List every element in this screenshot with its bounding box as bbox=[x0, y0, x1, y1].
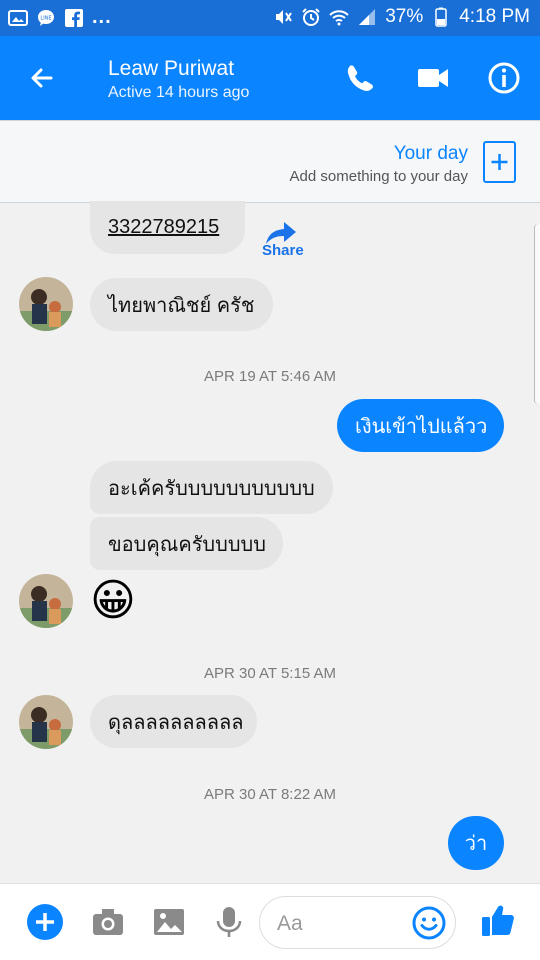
message-bubble[interactable]: ไทยพาณิชย์ ครัช bbox=[90, 278, 273, 331]
svg-text:LINE: LINE bbox=[40, 15, 51, 21]
phone-icon[interactable] bbox=[342, 60, 378, 96]
timestamp: APR 30 AT 5:15 AM bbox=[203, 665, 337, 682]
message-input[interactable]: Aa bbox=[259, 896, 456, 949]
input-placeholder: Aa bbox=[277, 912, 303, 935]
camera-icon[interactable] bbox=[90, 904, 126, 940]
message-bubble[interactable]: ขอบคุณครับบบบบ bbox=[90, 517, 283, 570]
timestamp: APR 30 AT 8:22 AM bbox=[203, 786, 337, 803]
image-icon[interactable] bbox=[151, 904, 187, 940]
message-bubble-outgoing[interactable]: ว่า bbox=[448, 816, 504, 870]
mute-icon bbox=[276, 10, 293, 24]
share-label[interactable]: Share bbox=[262, 242, 304, 259]
message-thread[interactable]: 3322789215 Share ไทยพาณิชย์ ครัช APR 19 … bbox=[0, 201, 540, 883]
arrow-left-icon[interactable] bbox=[24, 60, 60, 96]
your-day-banner[interactable]: Your day Add something to your day bbox=[0, 120, 540, 203]
contact-name[interactable]: Leaw Puriwat bbox=[108, 57, 234, 81]
plus-icon bbox=[491, 154, 508, 170]
conversation-header: Leaw Puriwat Active 14 hours ago bbox=[0, 36, 540, 120]
battery-percent: 37% bbox=[385, 6, 424, 27]
facebook-icon bbox=[65, 8, 83, 27]
alarm-icon bbox=[302, 8, 320, 26]
plus-icon[interactable] bbox=[27, 904, 63, 940]
active-status: Active 14 hours ago bbox=[108, 84, 250, 101]
your-day-title: Your day bbox=[393, 143, 468, 164]
signal-icon bbox=[359, 9, 376, 25]
timestamp: APR 19 AT 5:46 AM bbox=[203, 368, 337, 385]
message-bubble[interactable]: อะเค้ครับบบบบบบบบบบ bbox=[90, 461, 333, 514]
line-icon: LINE bbox=[38, 9, 54, 26]
phone-number-link[interactable]: 3322789215 bbox=[108, 216, 219, 239]
gallery-icon bbox=[8, 9, 28, 26]
add-story-button[interactable] bbox=[483, 141, 516, 183]
video-camera-icon[interactable] bbox=[415, 60, 451, 96]
avatar[interactable] bbox=[19, 695, 73, 749]
more-notifications: ... bbox=[92, 6, 112, 28]
smiley-icon[interactable] bbox=[411, 905, 447, 941]
your-day-subtitle: Add something to your day bbox=[289, 168, 468, 185]
microphone-icon[interactable] bbox=[211, 904, 247, 940]
avatar[interactable] bbox=[19, 277, 73, 331]
wifi-icon bbox=[329, 10, 349, 26]
avatar[interactable] bbox=[19, 574, 73, 628]
emoji-message[interactable]: 😀 bbox=[90, 575, 142, 627]
message-bubble-number[interactable]: 3322789215 bbox=[90, 201, 245, 254]
composer-bar: Aa bbox=[0, 883, 540, 960]
clock: 4:18 PM bbox=[459, 6, 530, 27]
battery-icon bbox=[435, 7, 447, 27]
message-bubble-outgoing[interactable]: เงินเข้าไปแล้วว bbox=[337, 399, 504, 452]
message-bubble[interactable]: ดุลลลลลลลลลล bbox=[90, 695, 257, 748]
info-icon[interactable] bbox=[486, 60, 522, 96]
status-bar: LINE ... 37% 4:18 PM bbox=[0, 0, 540, 36]
thumbs-up-icon[interactable] bbox=[479, 901, 517, 939]
